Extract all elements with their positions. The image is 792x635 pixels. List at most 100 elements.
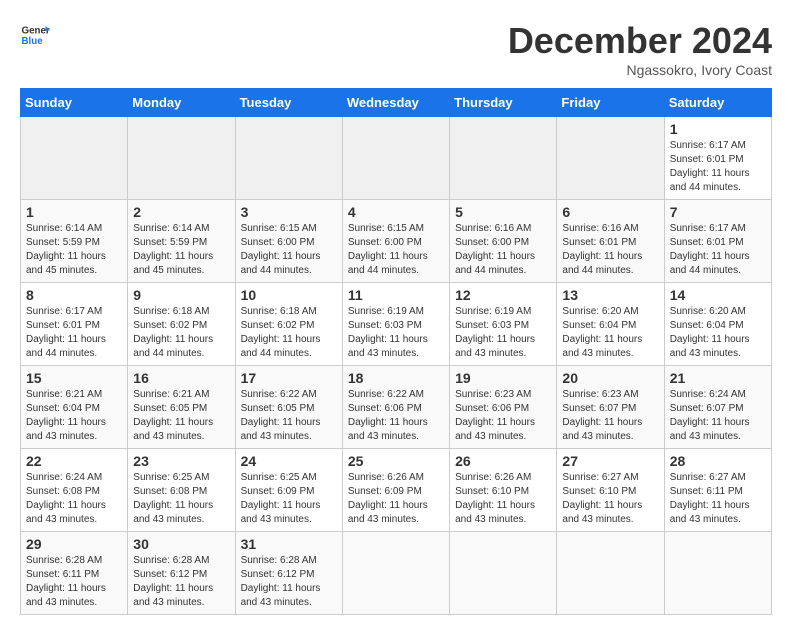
svg-text:Blue: Blue [22, 36, 44, 47]
calendar-cell [342, 532, 449, 615]
day-detail: Sunrise: 6:26 AMSunset: 6:09 PMDaylight:… [348, 471, 444, 527]
calendar-cell: 1Sunrise: 6:17 AMSunset: 6:01 PMDaylight… [664, 117, 771, 200]
calendar-week-row: 8Sunrise: 6:17 AMSunset: 6:01 PMDaylight… [21, 283, 772, 366]
calendar-cell: 18 Sunrise: 6:22 AMSunset: 6:06 PMDayligh… [342, 366, 449, 449]
calendar-cell: 13 Sunrise: 6:20 AMSunset: 6:04 PMDayligh… [557, 283, 664, 366]
day-number: 24 [241, 453, 337, 469]
calendar-cell: 14Sunrise: 6:20 AMSunset: 6:04 PMDayligh… [664, 283, 771, 366]
calendar-cell: 11Sunrise: 6:19 AMSunset: 6:03 PMDayligh… [342, 283, 449, 366]
calendar-cell [21, 117, 128, 200]
day-detail: Sunrise: 6:19 AMSunset: 6:03 PMDaylight:… [348, 305, 444, 361]
calendar-week-row: 1 Sunrise: 6:14 AMSunset: 5:59 PMDaylight… [21, 200, 772, 283]
day-number: 25 [348, 453, 444, 469]
calendar-table: SundayMondayTuesdayWednesdayThursdayFrid… [20, 88, 772, 615]
col-header-wednesday: Wednesday [342, 89, 449, 117]
col-header-tuesday: Tuesday [235, 89, 342, 117]
col-header-saturday: Saturday [664, 89, 771, 117]
calendar-cell: 17Sunrise: 6:22 AMSunset: 6:05 PMDayligh… [235, 366, 342, 449]
day-number: 30 [133, 536, 229, 552]
calendar-cell [235, 117, 342, 200]
calendar-week-row: 22 Sunrise: 6:24 AMSunset: 6:08 PMDayligh… [21, 449, 772, 532]
calendar-cell: 21 Sunrise: 6:24 AMSunset: 6:07 PMDayligh… [664, 366, 771, 449]
col-header-thursday: Thursday [450, 89, 557, 117]
day-number: 29 [26, 536, 122, 552]
calendar-cell: 9Sunrise: 6:18 AMSunset: 6:02 PMDaylight… [128, 283, 235, 366]
calendar-cell: 28 Sunrise: 6:27 AMSunset: 6:11 PMDayligh… [664, 449, 771, 532]
title-block: December 2024 Ngassokro, Ivory Coast [508, 20, 772, 78]
logo: General Blue [20, 20, 54, 50]
day-detail: Sunrise: 6:28 AMSunset: 6:11 PMDaylight:… [26, 554, 122, 610]
day-detail: Sunrise: 6:24 AMSunset: 6:08 PMDaylight:… [26, 471, 122, 527]
day-number: 1 [670, 121, 766, 137]
calendar-cell [450, 117, 557, 200]
day-number: 10 [241, 287, 337, 303]
day-number: 19 [455, 370, 551, 386]
col-header-friday: Friday [557, 89, 664, 117]
calendar-cell: 26Sunrise: 6:26 AMSunset: 6:10 PMDayligh… [450, 449, 557, 532]
day-detail: Sunrise: 6:20 AMSunset: 6:04 PMDaylight:… [562, 305, 658, 361]
day-detail: Sunrise: 6:16 AMSunset: 6:01 PMDaylight:… [562, 222, 658, 278]
day-number: 4 [348, 204, 444, 220]
day-number: 28 [670, 453, 766, 469]
day-detail: Sunrise: 6:14 AMSunset: 5:59 PMDaylight:… [133, 222, 229, 278]
day-number: 18 [348, 370, 444, 386]
calendar-cell: 12Sunrise: 6:19 AMSunset: 6:03 PMDayligh… [450, 283, 557, 366]
day-number: 3 [241, 204, 337, 220]
calendar-cell: 2Sunrise: 6:14 AMSunset: 5:59 PMDaylight… [128, 200, 235, 283]
day-number: 31 [241, 536, 337, 552]
day-detail: Sunrise: 6:27 AMSunset: 6:10 PMDaylight:… [562, 471, 658, 527]
calendar-week-row: 29 Sunrise: 6:28 AMSunset: 6:11 PMDayligh… [21, 532, 772, 615]
calendar-cell: 22 Sunrise: 6:24 AMSunset: 6:08 PMDayligh… [21, 449, 128, 532]
calendar-week-row: 15Sunrise: 6:21 AMSunset: 6:04 PMDayligh… [21, 366, 772, 449]
day-number: 8 [26, 287, 122, 303]
day-detail: Sunrise: 6:27 AMSunset: 6:11 PMDaylight:… [670, 471, 766, 527]
day-number: 21 [670, 370, 766, 386]
calendar-cell [557, 117, 664, 200]
calendar-header-row: SundayMondayTuesdayWednesdayThursdayFrid… [21, 89, 772, 117]
day-number: 15 [26, 370, 122, 386]
day-detail: Sunrise: 6:26 AMSunset: 6:10 PMDaylight:… [455, 471, 551, 527]
calendar-cell: 16 Sunrise: 6:21 AMSunset: 6:05 PMDayligh… [128, 366, 235, 449]
day-detail: Sunrise: 6:15 AMSunset: 6:00 PMDaylight:… [241, 222, 337, 278]
day-number: 16 [133, 370, 229, 386]
logo-icon: General Blue [20, 20, 50, 50]
calendar-cell: 15Sunrise: 6:21 AMSunset: 6:04 PMDayligh… [21, 366, 128, 449]
calendar-cell: 30 Sunrise: 6:28 AMSunset: 6:12 PMDayligh… [128, 532, 235, 615]
day-detail: Sunrise: 6:17 AMSunset: 6:01 PMDaylight:… [670, 222, 766, 278]
month-year-title: December 2024 [508, 20, 772, 62]
day-number: 22 [26, 453, 122, 469]
day-number: 6 [562, 204, 658, 220]
day-detail: Sunrise: 6:21 AMSunset: 6:05 PMDaylight:… [133, 388, 229, 444]
location-subtitle: Ngassokro, Ivory Coast [508, 62, 772, 78]
day-detail: Sunrise: 6:22 AMSunset: 6:06 PMDaylight:… [348, 388, 444, 444]
calendar-cell: 1Sunrise: 6:14 AMSunset: 5:59 PMDaylight… [21, 200, 128, 283]
day-detail: Sunrise: 6:18 AMSunset: 6:02 PMDaylight:… [241, 305, 337, 361]
day-detail: Sunrise: 6:18 AMSunset: 6:02 PMDaylight:… [133, 305, 229, 361]
day-number: 1 [26, 204, 122, 220]
day-detail: Sunrise: 6:28 AMSunset: 6:12 PMDaylight:… [133, 554, 229, 610]
calendar-cell: 25 Sunrise: 6:26 AMSunset: 6:09 PMDayligh… [342, 449, 449, 532]
calendar-cell: 31Sunrise: 6:28 AMSunset: 6:12 PMDayligh… [235, 532, 342, 615]
day-number: 14 [670, 287, 766, 303]
calendar-cell: 19 Sunrise: 6:23 AMSunset: 6:06 PMDayligh… [450, 366, 557, 449]
day-detail: Sunrise: 6:24 AMSunset: 6:07 PMDaylight:… [670, 388, 766, 444]
calendar-cell: 29 Sunrise: 6:28 AMSunset: 6:11 PMDayligh… [21, 532, 128, 615]
day-number: 20 [562, 370, 658, 386]
calendar-cell: 7Sunrise: 6:17 AMSunset: 6:01 PMDaylight… [664, 200, 771, 283]
calendar-cell: 5Sunrise: 6:16 AMSunset: 6:00 PMDaylight… [450, 200, 557, 283]
col-header-monday: Monday [128, 89, 235, 117]
day-detail: Sunrise: 6:19 AMSunset: 6:03 PMDaylight:… [455, 305, 551, 361]
day-detail: Sunrise: 6:23 AMSunset: 6:06 PMDaylight:… [455, 388, 551, 444]
day-number: 23 [133, 453, 229, 469]
day-detail: Sunrise: 6:23 AMSunset: 6:07 PMDaylight:… [562, 388, 658, 444]
calendar-week-row: 1Sunrise: 6:17 AMSunset: 6:01 PMDaylight… [21, 117, 772, 200]
calendar-cell [342, 117, 449, 200]
page-header: General Blue December 2024 Ngassokro, Iv… [20, 20, 772, 78]
day-detail: Sunrise: 6:16 AMSunset: 6:00 PMDaylight:… [455, 222, 551, 278]
day-detail: Sunrise: 6:25 AMSunset: 6:09 PMDaylight:… [241, 471, 337, 527]
calendar-cell: 8Sunrise: 6:17 AMSunset: 6:01 PMDaylight… [21, 283, 128, 366]
day-detail: Sunrise: 6:25 AMSunset: 6:08 PMDaylight:… [133, 471, 229, 527]
day-number: 13 [562, 287, 658, 303]
day-number: 17 [241, 370, 337, 386]
calendar-cell: 4Sunrise: 6:15 AMSunset: 6:00 PMDaylight… [342, 200, 449, 283]
